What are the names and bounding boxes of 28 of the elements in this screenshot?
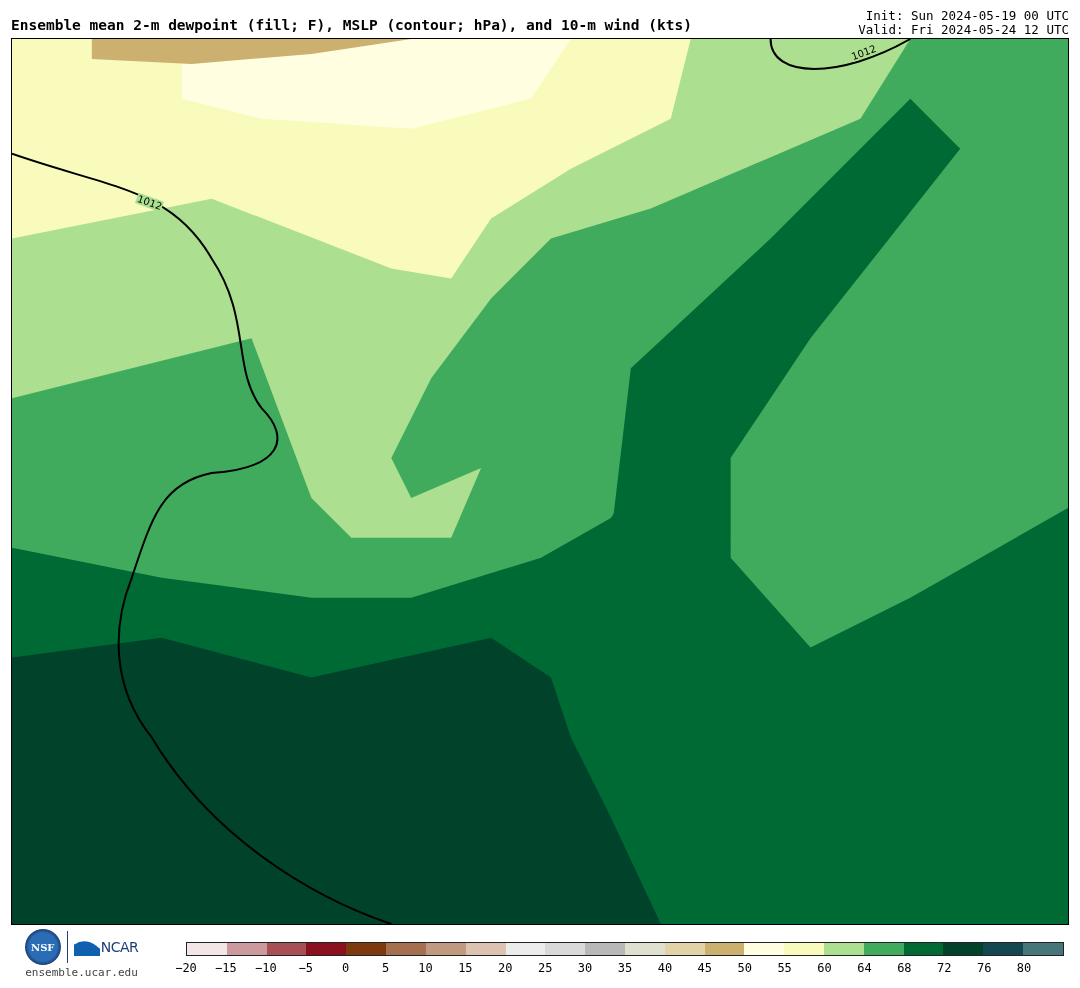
tick-label: 25 xyxy=(537,961,553,975)
tick-label: 60 xyxy=(817,961,832,975)
tick-label: 10 xyxy=(418,961,433,975)
tick-label: 30 xyxy=(577,961,593,975)
chart-title: Ensemble mean 2-m dewpoint (fill; F), MSLP (contour; hPa), and 10-m wind (kts) xyxy=(11,17,692,35)
tick-label: 68 xyxy=(897,961,912,975)
tick-label: 55 xyxy=(777,961,792,975)
tick-label: −20 xyxy=(175,961,197,975)
tick-label: 76 xyxy=(976,961,992,975)
tick-label: 64 xyxy=(857,961,872,975)
nsf-logo: NSF xyxy=(24,929,61,965)
tick-label: 40 xyxy=(657,961,673,975)
site-url: ensemble.ucar.edu xyxy=(25,966,138,979)
tick-label: −15 xyxy=(215,961,237,975)
tick-label: 72 xyxy=(937,961,952,975)
tick-label: 80 xyxy=(1016,961,1032,975)
init-time: Init: Sun 2024-05-19 00 UTC xyxy=(865,9,1069,23)
tick-label: 0 xyxy=(342,961,350,975)
tick-label: 45 xyxy=(697,961,713,975)
tick-label: 15 xyxy=(458,961,473,975)
tick-label: 50 xyxy=(737,961,752,975)
valid-time: Valid: Fri 2024-05-24 12 UTC xyxy=(858,23,1069,37)
ncar-logo: NCAR xyxy=(73,938,139,956)
tick-label: 20 xyxy=(498,961,513,975)
tick-label: 35 xyxy=(617,961,633,975)
tick-label: −10 xyxy=(254,961,277,975)
tick-label: −5 xyxy=(298,961,313,975)
tick-label: 5 xyxy=(381,961,390,975)
